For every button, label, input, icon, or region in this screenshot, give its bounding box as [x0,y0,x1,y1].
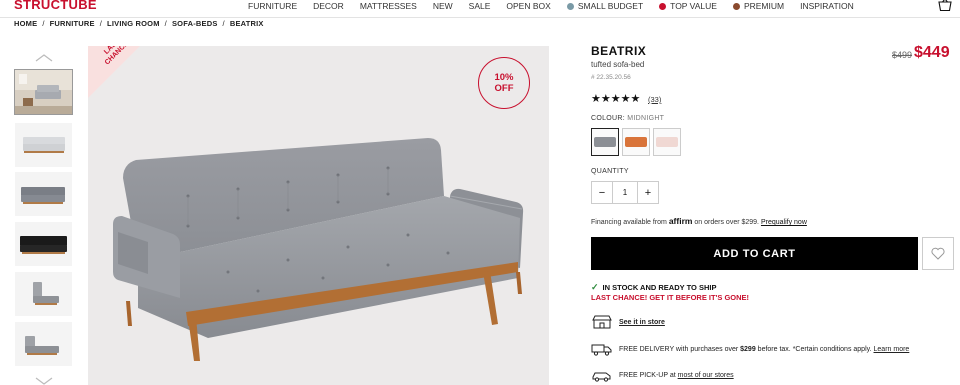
truck-icon [591,344,612,356]
learn-more-link[interactable]: Learn more [874,346,910,353]
breadcrumb-current: BEATRIX [229,19,264,28]
stock-status: ✓ IN STOCK AND READY TO SHIP [591,282,717,292]
thumbnail-2[interactable] [15,123,72,167]
see-in-store-link[interactable]: See it in store [619,319,665,326]
sofa-detail-image [15,272,72,316]
nav-item-inspiration[interactable]: INSPIRATION [800,1,854,11]
sofa-side-image [15,322,72,366]
breadcrumb-sofa-beds[interactable]: SOFA-BEDS [172,19,218,28]
nav-item-premium[interactable]: PREMIUM [732,1,784,11]
main-product-image: LAST CHANCE! 10% OFF [88,46,549,385]
quantity-label: QUANTITY [591,168,629,175]
sofa-front-image [15,172,72,216]
cart-icon[interactable] [938,0,952,12]
breadcrumb-living-room[interactable]: LIVING ROOM [107,19,160,28]
swatch-midnight[interactable] [591,128,619,156]
nav-item-decor[interactable]: DECOR [313,1,344,11]
quantity-increase-button[interactable]: + [638,182,658,203]
thumbnail-5[interactable] [15,272,72,316]
prequalify-link[interactable]: Prequalify now [761,219,807,226]
site-header: STRUCTUBE FURNITURE DECOR MATTRESSES NEW… [0,0,960,18]
star-icon: ★ [620,93,631,105]
original-price: $499 [892,50,913,60]
chevron-down-icon[interactable] [34,376,54,385]
delivery-row: FREE DELIVERY with purchases over $299 b… [591,342,909,356]
affirm-logo: affirm [668,216,693,226]
thumbnail-4[interactable] [15,222,72,266]
financing-text: Financing available from affirm on order… [591,216,807,226]
star-icon: ★ [610,93,621,105]
review-count-link[interactable]: (33) [648,95,661,104]
structube-logo[interactable]: STRUCTUBE [14,0,97,12]
nav-item-furniture[interactable]: FURNITURE [248,1,297,11]
nav-item-open-box[interactable]: OPEN BOX [506,1,550,11]
sofa-image [113,138,524,361]
breadcrumb: HOME / FURNITURE / LIVING ROOM / SOFA-BEDS /… [14,19,264,28]
main-nav: FURNITURE DECOR MATTRESSES NEW SALE OPEN… [248,1,870,11]
sale-price: $449 [914,44,950,61]
stores-link[interactable]: most of our stores [678,372,734,379]
check-icon: ✓ [591,282,599,292]
thumbnail-1[interactable] [14,69,73,115]
room-scene-image [15,70,72,114]
premium-dot-icon [732,2,740,10]
swatch-pink[interactable] [653,128,681,156]
discount-badge: 10% OFF [478,57,530,109]
last-chance-text: LAST CHANCE! GET IT BEFORE IT'S GONE! [591,293,750,302]
nav-item-small-budget[interactable]: SMALL BUDGET [566,1,643,11]
colour-label: COLOUR: MIDNIGHT [591,115,665,122]
quantity-decrease-button[interactable]: − [592,182,612,203]
store-icon [592,315,612,329]
product-sku: # 22.35.20.56 [591,74,631,81]
nav-item-mattresses[interactable]: MATTRESSES [360,1,417,11]
heart-icon [931,247,945,260]
breadcrumb-furniture[interactable]: FURNITURE [50,19,95,28]
sofa-flat-image [15,123,72,167]
see-in-store-row: See it in store [591,315,665,329]
nav-item-top-value[interactable]: TOP VALUE [659,1,717,11]
star-icon: ★ [630,93,641,105]
breadcrumb-home[interactable]: HOME [14,19,37,28]
star-icon: ★ [600,93,611,105]
product-subtitle: tufted sofa-bed [591,60,645,69]
quantity-stepper: − 1 + [591,181,659,204]
small-budget-dot-icon [566,2,574,10]
star-rating[interactable]: ★★★★★ [591,92,640,105]
wishlist-button[interactable] [922,237,954,270]
pickup-row: FREE PICK-UP at most of our stores [591,368,734,382]
swatch-orange[interactable] [622,128,650,156]
sofa-black-image [15,222,72,266]
top-value-dot-icon [659,2,667,10]
chevron-up-icon[interactable] [34,53,54,63]
thumbnail-3[interactable] [15,172,72,216]
car-icon [592,372,611,382]
nav-item-new[interactable]: NEW [433,1,453,11]
quantity-input[interactable]: 1 [612,182,638,203]
add-to-cart-button[interactable]: ADD TO CART [591,237,918,270]
product-title: BEATRIX [591,44,647,58]
nav-item-sale[interactable]: SALE [469,1,491,11]
star-icon: ★ [591,93,601,105]
thumbnail-6[interactable] [15,322,72,366]
